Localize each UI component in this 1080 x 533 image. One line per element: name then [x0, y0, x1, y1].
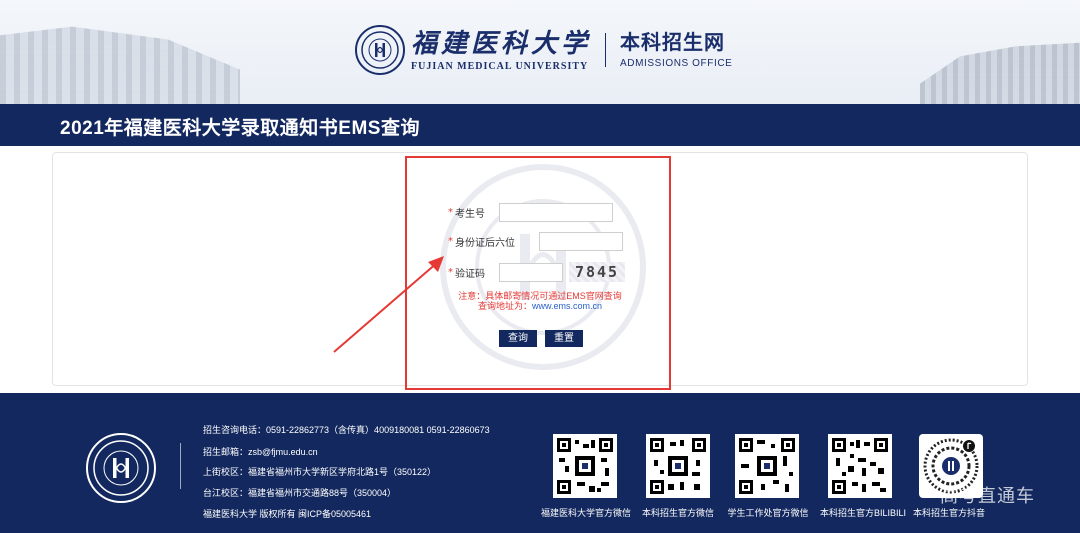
- contact-phone: 招生咨询电话：0591-22862773（含传真）4009180081 0591…: [203, 425, 490, 435]
- required-mark: *: [448, 207, 453, 218]
- notice-address-prefix: 查询地址为：: [477, 301, 532, 311]
- copyright: 福建医科大学 版权所有 闽ICP备05005461: [203, 509, 372, 519]
- footer-university-seal-icon: [86, 433, 156, 503]
- watermark-text: 高考直通车: [940, 486, 1035, 506]
- campus-shangjie-address: 上街校区：福建省福州市大学新区学府北路1号（350122）: [203, 467, 437, 477]
- ems-link[interactable]: www.ems.com.cn: [532, 301, 602, 311]
- university-name-cn: 福建医科大学: [411, 28, 592, 59]
- captcha-image[interactable]: 7845: [569, 262, 625, 282]
- exam-number-label: 考生号: [455, 209, 485, 220]
- qr-code-icon[interactable]: [646, 434, 710, 498]
- captcha-input[interactable]: [499, 262, 563, 282]
- footer-divider: [180, 443, 181, 489]
- title-bar: 2021年福建医科大学录取通知书EMS查询: [0, 104, 1080, 146]
- site-header: 福建医科大学 FUJIAN MEDICAL UNIVERSITY 本科招生网 A…: [0, 0, 1080, 104]
- qr-caption: 本科招生官方BILIBILI: [819, 508, 907, 518]
- office-name-en: ADMISSIONS OFFICE: [620, 58, 733, 69]
- brand-divider: [605, 33, 607, 67]
- exam-number-row: * 考生号: [448, 203, 613, 222]
- qr-caption: 福建医科大学官方微信: [540, 508, 631, 518]
- notice-address: 查询地址为：www.ems.com.cn: [440, 301, 640, 311]
- exam-number-input[interactable]: [499, 203, 613, 222]
- qr-caption: 学生工作处官方微信: [727, 508, 809, 518]
- contact-email: 招生邮箱：zsb@fjmu.edu.cn: [203, 447, 318, 457]
- campus-taijiang-address: 台江校区：福建省福州市交通路88号（350004）: [203, 488, 397, 498]
- captcha-row: * 验证码 7845: [448, 262, 625, 282]
- id-last6-label: 身份证后六位: [455, 238, 515, 249]
- captcha-label: 验证码: [455, 268, 485, 280]
- brand-logo[interactable]: 福建医科大学 FUJIAN MEDICAL UNIVERSITY 本科招生网 A…: [355, 24, 732, 76]
- query-button[interactable]: 查询: [499, 330, 537, 347]
- page-title: 2021年福建医科大学录取通知书EMS查询: [60, 118, 420, 139]
- notice-line: 注意：具体邮寄情况可通过EMS官网查询: [458, 291, 622, 301]
- qr-caption: 本科招生官方微信: [641, 508, 714, 518]
- site-footer: 招生咨询电话：0591-22862773（含传真）4009180081 0591…: [0, 393, 1080, 533]
- university-seal-icon: [355, 25, 405, 75]
- qr-code-icon[interactable]: [735, 434, 799, 498]
- qr-code-icon[interactable]: [553, 434, 617, 498]
- reset-button[interactable]: 重置: [545, 330, 583, 347]
- university-name-en: FUJIAN MEDICAL UNIVERSITY: [411, 60, 589, 72]
- office-name-cn: 本科招生网: [620, 32, 726, 54]
- campus-building-image-left: [0, 26, 240, 104]
- ems-notice: 注意：具体邮寄情况可通过EMS官网查询 查询地址为：www.ems.com.cn: [440, 291, 640, 311]
- annotation-arrow-icon: [333, 256, 444, 353]
- qr-code-icon[interactable]: [828, 434, 892, 498]
- id-last6-input[interactable]: [539, 232, 623, 251]
- id-last6-row: * 身份证后六位: [448, 232, 623, 251]
- campus-building-image-right: [920, 42, 1080, 104]
- required-mark: *: [448, 236, 453, 247]
